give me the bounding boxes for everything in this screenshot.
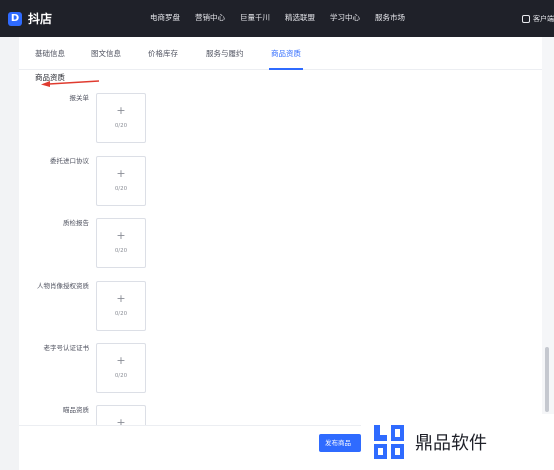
upload-time-honored-certificate[interactable]: + 0/20 [96,343,146,393]
plus-icon: + [116,104,126,117]
red-arrow-annotation [41,80,100,87]
upload-import-agreement[interactable]: + 0/20 [96,156,146,206]
client-download-link[interactable]: 客户端 [522,12,554,26]
upload-count: 0/20 [114,248,128,254]
doudian-logo-icon: D [8,11,22,26]
plus-icon: + [116,354,126,367]
label-product-qualification-extra: 瞄品资质 [63,406,89,414]
label-import-agreement: 委托进口协议 [50,157,89,165]
plus-icon: + [116,167,126,180]
label-inspection-report: 质检报告 [63,219,89,227]
top-nav-item-qianchuan[interactable]: 巨量千川 [240,12,270,26]
top-navigation-bar: D 抖店 电商罗盘 营销中心 巨量千川 精选联盟 学习中心 服务市场 客户端 [0,0,554,37]
top-nav-menu: 电商罗盘 营销中心 巨量千川 精选联盟 学习中心 服务市场 [150,12,420,26]
scrollbar-thumb[interactable] [545,347,549,412]
watermark: 鼎品软件 [361,414,554,470]
publish-product-button[interactable]: 发布商品 [319,434,361,452]
top-nav-item-learning[interactable]: 学习中心 [330,12,360,26]
top-nav-item-compass[interactable]: 电商罗盘 [150,12,180,26]
watermark-logo-icon [374,425,404,459]
label-customs-declaration: 报关单 [69,94,90,102]
tab-price-stock[interactable]: 价格库存 [148,48,178,59]
app-name: 抖店 [28,12,53,26]
label-portrait-authorization: 人物肖像授权资质 [37,282,89,290]
label-time-honored-certificate: 老字号认证证书 [43,344,90,352]
active-tab-indicator [269,68,303,70]
upload-count: 0/20 [114,186,128,192]
tab-image-text[interactable]: 图文信息 [91,48,121,59]
download-icon [522,15,530,23]
product-edit-card: 基础信息 图文信息 价格库存 服务与履约 商品资质 商品资质 报关单 + 0/2… [19,37,544,470]
upload-customs-declaration[interactable]: + 0/20 [96,93,146,143]
upload-product-qualification-extra[interactable]: + [96,405,146,429]
tab-service-fulfillment[interactable]: 服务与履约 [206,48,244,59]
plus-icon: + [116,292,126,305]
tab-basic-info[interactable]: 基础信息 [35,48,65,59]
product-form-tabs: 基础信息 图文信息 价格库存 服务与履约 商品资质 [19,37,544,70]
watermark-text: 鼎品软件 [415,433,487,454]
upload-inspection-report[interactable]: + 0/20 [96,218,146,268]
upload-count: 0/20 [114,123,128,129]
upload-count: 0/20 [114,311,128,317]
top-nav-item-marketing[interactable]: 营销中心 [195,12,225,26]
upload-portrait-authorization[interactable]: + 0/20 [96,281,146,331]
client-download-label: 客户端 [533,15,554,23]
upload-count: 0/20 [114,373,128,379]
app-logo[interactable]: D 抖店 [8,9,52,28]
tab-product-qualification[interactable]: 商品资质 [271,48,301,59]
top-nav-item-service-market[interactable]: 服务市场 [375,12,405,26]
top-nav-item-alliance[interactable]: 精选联盟 [285,12,315,26]
plus-icon: + [116,229,126,242]
